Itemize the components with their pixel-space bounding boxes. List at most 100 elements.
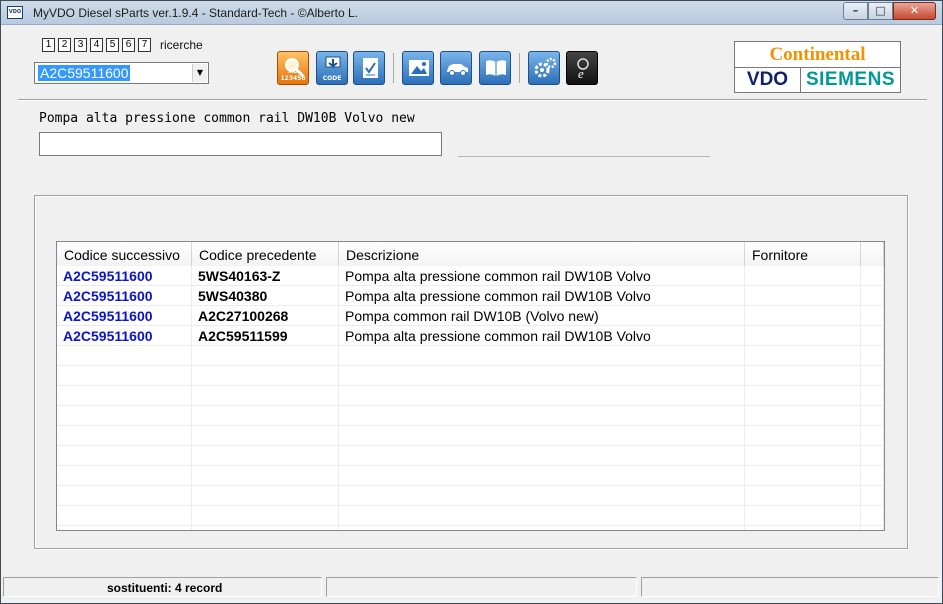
cell-extra — [861, 266, 884, 286]
empty-cell — [192, 526, 339, 530]
cell-extra — [861, 306, 884, 326]
settings-button[interactable] — [528, 51, 560, 85]
image-button[interactable] — [402, 51, 434, 85]
history-button-2[interactable]: 2 — [58, 38, 71, 52]
column-header-next-code[interactable]: Codice successivo — [57, 242, 192, 266]
title-bar[interactable]: VDO MyVDO Diesel sParts ver.1.9.4 - Stan… — [1, 1, 942, 25]
app-window: VDO MyVDO Diesel sParts ver.1.9.4 - Stan… — [0, 0, 943, 604]
empty-cell — [745, 506, 861, 526]
empty-cell — [192, 386, 339, 406]
history-button-1[interactable]: 1 — [42, 38, 55, 52]
maximize-button[interactable]: □ — [868, 2, 893, 20]
empty-row — [57, 346, 884, 366]
vehicle-button[interactable] — [440, 51, 472, 85]
code-label: CODE — [322, 75, 342, 82]
code-button[interactable]: CODE — [316, 51, 348, 85]
cell-description[interactable]: Pompa alta pressione common rail DW10B V… — [339, 266, 745, 286]
code-combobox[interactable]: A2C59511600 ▼ — [34, 62, 209, 84]
empty-cell — [192, 486, 339, 506]
cell-supplier[interactable] — [745, 326, 861, 346]
download-code-icon — [325, 56, 341, 68]
cell-previous-code[interactable]: A2C59511599 — [192, 326, 339, 346]
cell-extra — [861, 286, 884, 306]
chevron-down-icon[interactable]: ▼ — [192, 64, 207, 82]
column-header-supplier[interactable]: Fornitore — [745, 242, 861, 266]
cell-previous-code[interactable]: 5WS40163-Z — [192, 266, 339, 286]
empty-row — [57, 386, 884, 406]
substitutes-grid[interactable]: Codice successivo Codice precedente Desc… — [56, 241, 885, 531]
status-panel-3 — [641, 577, 939, 597]
empty-row — [57, 406, 884, 426]
grid-header: Codice successivo Codice precedente Desc… — [57, 242, 884, 266]
cell-supplier[interactable] — [745, 286, 861, 306]
continental-logo: Continental — [735, 42, 900, 68]
cell-next-code[interactable]: A2C59511600 — [57, 306, 192, 326]
history-button-5[interactable]: 5 — [106, 38, 119, 52]
empty-cell — [861, 426, 884, 446]
product-note-input[interactable] — [39, 132, 442, 156]
window-title: MyVDO Diesel sParts ver.1.9.4 - Standard… — [33, 6, 358, 20]
cell-extra — [861, 326, 884, 346]
search-history-buttons: 1 2 3 4 5 6 7 — [42, 38, 151, 52]
column-header-description[interactable]: Descrizione — [339, 242, 745, 266]
empty-row — [57, 426, 884, 446]
cell-supplier[interactable] — [745, 306, 861, 326]
cell-description[interactable]: Pompa alta pressione common rail DW10B V… — [339, 286, 745, 306]
web-button[interactable]: e — [566, 51, 598, 85]
status-bar: sostituenti: 4 record — [1, 575, 942, 603]
separator-line — [458, 156, 710, 157]
cell-supplier[interactable] — [745, 266, 861, 286]
cell-next-code[interactable]: A2C59511600 — [57, 326, 192, 346]
cell-next-code[interactable]: A2C59511600 — [57, 266, 192, 286]
empty-cell — [745, 366, 861, 386]
manual-button[interactable] — [479, 51, 511, 85]
empty-cell — [57, 426, 192, 446]
history-button-3[interactable]: 3 — [74, 38, 87, 52]
empty-cell — [339, 446, 745, 466]
column-header-previous-code[interactable]: Codice precedente — [192, 242, 339, 266]
empty-cell — [192, 446, 339, 466]
history-button-4[interactable]: 4 — [90, 38, 103, 52]
empty-cell — [861, 346, 884, 366]
empty-cell — [745, 466, 861, 486]
empty-cell — [192, 346, 339, 366]
brand-logo: Continental VDO SIEMENS — [734, 41, 901, 93]
cell-description[interactable]: Pompa common rail DW10B (Volvo new) — [339, 306, 745, 326]
cell-description[interactable]: Pompa alta pressione common rail DW10B V… — [339, 326, 745, 346]
history-button-7[interactable]: 7 — [138, 38, 151, 52]
table-row[interactable]: A2C59511600 5WS40163-Z Pompa alta pressi… — [57, 266, 884, 286]
checklist-button[interactable] — [353, 51, 385, 85]
empty-cell — [745, 426, 861, 446]
history-button-6[interactable]: 6 — [122, 38, 135, 52]
table-row[interactable]: A2C59511600 A2C59511599 Pompa alta press… — [57, 326, 884, 346]
search-code-button[interactable]: AB 123456 — [277, 51, 309, 85]
gears-icon — [534, 57, 557, 78]
table-row[interactable]: A2C59511600 A2C27100268 Pompa common rai… — [57, 306, 884, 326]
status-panel-2 — [326, 577, 637, 597]
app-icon[interactable]: VDO — [7, 6, 23, 19]
empty-cell — [339, 466, 745, 486]
empty-cell — [339, 386, 745, 406]
cell-next-code[interactable]: A2C59511600 — [57, 286, 192, 306]
cell-previous-code[interactable]: A2C27100268 — [192, 306, 339, 326]
empty-row — [57, 446, 884, 466]
empty-cell — [861, 526, 884, 530]
cell-previous-code[interactable]: 5WS40380 — [192, 286, 339, 306]
empty-cell — [861, 406, 884, 426]
grid-body: A2C59511600 5WS40163-Z Pompa alta pressi… — [57, 266, 884, 530]
empty-cell — [339, 346, 745, 366]
empty-cell — [57, 506, 192, 526]
vdo-logo: VDO — [735, 68, 801, 92]
close-button[interactable]: ✕ — [893, 2, 936, 20]
empty-cell — [57, 406, 192, 426]
table-row[interactable]: A2C59511600 5WS40380 Pompa alta pression… — [57, 286, 884, 306]
code-combobox-value[interactable]: A2C59511600 — [38, 65, 131, 81]
car-icon — [447, 64, 468, 76]
column-header-extra[interactable] — [861, 242, 884, 266]
minimize-button[interactable]: – — [843, 2, 868, 20]
empty-cell — [192, 506, 339, 526]
empty-cell — [57, 366, 192, 386]
empty-cell — [192, 406, 339, 426]
toolbar-separator — [393, 53, 394, 83]
siemens-logo: SIEMENS — [805, 69, 896, 90]
